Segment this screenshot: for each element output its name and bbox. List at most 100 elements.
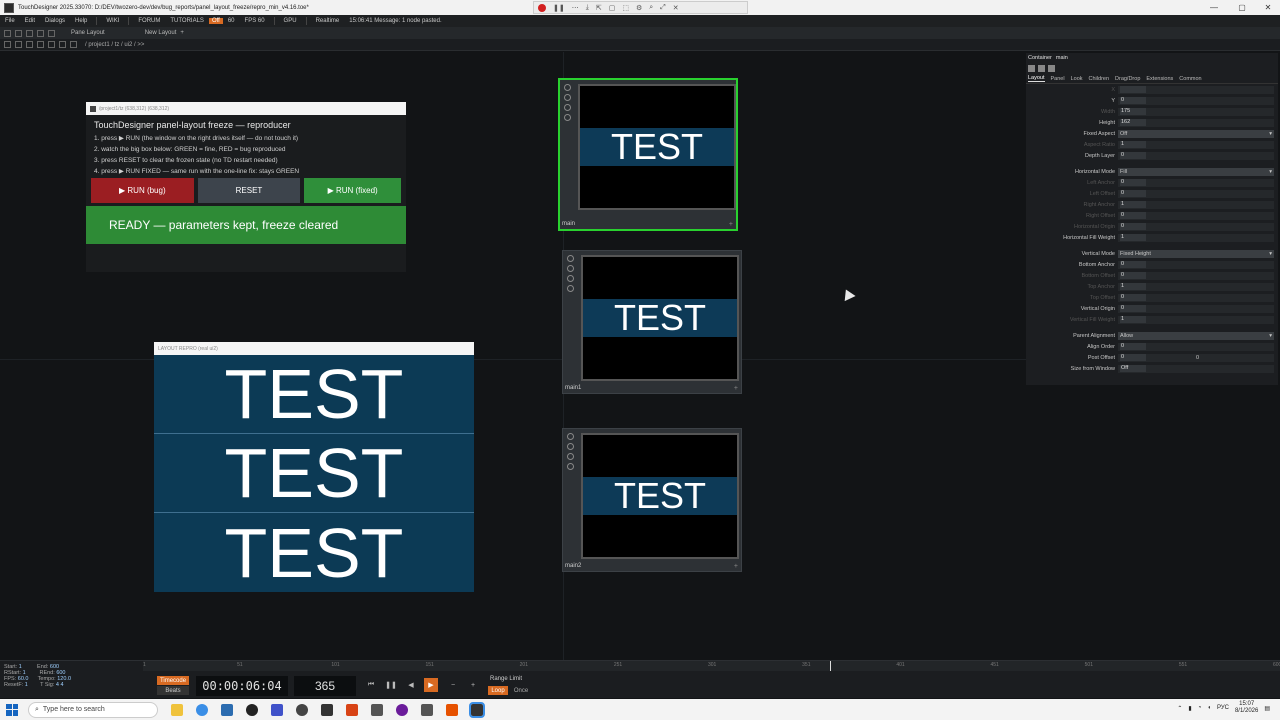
forum-link[interactable]: FORUM <box>133 18 165 24</box>
back-icon[interactable] <box>26 41 33 48</box>
lock-flag-icon[interactable] <box>567 463 574 470</box>
breadcrumb[interactable]: / project1 / tz / ui2 / >> <box>85 42 144 48</box>
playhead[interactable] <box>829 661 831 671</box>
sublime-icon[interactable] <box>446 703 458 716</box>
pane-params-icon[interactable] <box>37 29 44 37</box>
chevron-down-icon[interactable]: ▾ <box>1269 131 1272 137</box>
param-row[interactable]: Vertical Mode Fixed Height ▾ <box>1026 248 1278 259</box>
param-slider[interactable]: 0 <box>1118 260 1274 269</box>
search-icon[interactable] <box>70 41 77 48</box>
tutorials-link[interactable]: TUTORIALS <box>165 18 209 24</box>
param-value[interactable]: 0 <box>1120 190 1146 197</box>
param-value[interactable]: 0 <box>1120 305 1146 312</box>
param-value[interactable]: Fill <box>1120 169 1127 175</box>
param-value[interactable]: 1 <box>1120 234 1146 241</box>
param-slider[interactable]: 0 <box>1118 211 1274 220</box>
settings-icon[interactable]: ⚙ <box>636 4 642 12</box>
node-viewer[interactable]: TEST <box>581 433 739 559</box>
param-slider[interactable]: 1 <box>1118 140 1274 149</box>
param-value[interactable]: 0 <box>1120 261 1146 268</box>
step-forward-icon[interactable]: + <box>466 678 480 692</box>
new-layout-tab[interactable]: New Layout <box>145 30 177 36</box>
reset-button[interactable]: RESET <box>197 178 301 203</box>
param-value-2[interactable]: 0 <box>1196 355 1199 361</box>
param-slider[interactable]: 0 <box>1118 189 1274 198</box>
viewer-flag-icon[interactable] <box>567 255 574 262</box>
tab-panel[interactable]: Panel <box>1051 76 1065 82</box>
file-explorer-icon[interactable] <box>171 703 183 716</box>
param-row[interactable]: Parent Alignment Allow ▾ <box>1026 330 1278 341</box>
expand-icon[interactable]: ⤢ <box>660 4 666 12</box>
calculator-icon[interactable] <box>221 703 233 716</box>
timecode-display[interactable]: 00:00:06:04 <box>196 676 288 696</box>
param-slider[interactable]: 0 <box>1118 222 1274 231</box>
menu-help[interactable]: Help <box>70 18 92 24</box>
param-row[interactable]: Size from Window Off <box>1026 363 1278 374</box>
param-row[interactable]: Vertical Origin 0 <box>1026 303 1278 314</box>
lock-flag-icon[interactable] <box>564 114 571 121</box>
param-value[interactable]: 162 <box>1120 119 1146 126</box>
node-name[interactable]: main <box>562 221 575 227</box>
python-icon[interactable] <box>1038 65 1045 72</box>
param-slider[interactable]: 0 <box>1118 178 1274 187</box>
reproducer-window-titlebar[interactable]: /project1/tz (638,312) (638,312) <box>86 102 406 115</box>
param-value[interactable]: 0 <box>1120 212 1146 219</box>
add-icon[interactable] <box>48 41 55 48</box>
param-slider[interactable]: 1 <box>1118 282 1274 291</box>
tab-children[interactable]: Children <box>1089 76 1109 82</box>
tab-layout[interactable]: Layout <box>1028 75 1045 82</box>
param-row[interactable]: Height 162 <box>1026 117 1278 128</box>
param-value[interactable]: 0 <box>1120 152 1146 159</box>
param-row[interactable]: Left Offset 0 <box>1026 188 1278 199</box>
param-menu[interactable]: Off ▾ <box>1118 129 1274 138</box>
lock-flag-icon[interactable] <box>567 285 574 292</box>
param-value[interactable]: Allow <box>1120 333 1133 339</box>
gpu-label[interactable]: GPU <box>279 18 302 24</box>
info-icon[interactable] <box>1048 65 1055 72</box>
node-output-icon[interactable]: + <box>734 385 738 392</box>
resetf-value[interactable]: 1 <box>25 682 28 688</box>
record-icon[interactable] <box>538 3 546 12</box>
param-row[interactable]: Depth Layer 0 <box>1026 150 1278 161</box>
help-icon[interactable] <box>1028 65 1035 72</box>
github-icon[interactable] <box>396 703 408 716</box>
tsig-value[interactable]: 4 4 <box>56 682 64 688</box>
node-output-icon[interactable]: + <box>734 563 738 570</box>
timecode-button[interactable]: Timecode <box>157 676 189 685</box>
timeline-ruler[interactable]: 1 51 101 151 201 251 301 351 401 451 501 551 600 <box>143 661 1280 671</box>
chart-app-icon[interactable] <box>271 703 283 716</box>
close-icon[interactable]: ✕ <box>673 4 679 12</box>
layout-repro-window[interactable]: LAYOUT REPRO (real ui2) TEST TEST TEST <box>154 342 474 592</box>
chevron-down-icon[interactable]: ▾ <box>1269 333 1272 339</box>
param-row[interactable]: Right Offset 0 <box>1026 210 1278 221</box>
language-indicator[interactable]: РУС <box>1217 705 1229 711</box>
maximize-icon[interactable]: ▢ <box>1228 0 1256 15</box>
menu-edit[interactable]: Edit <box>20 18 40 24</box>
op-name[interactable]: main <box>1056 55 1068 61</box>
chrome-icon[interactable] <box>196 703 208 716</box>
rewind-icon[interactable]: ⏮ <box>364 678 378 692</box>
param-value[interactable]: 0 <box>1120 272 1146 279</box>
param-value[interactable]: 1 <box>1120 316 1146 323</box>
wiki-link[interactable]: WIKI <box>101 18 124 24</box>
param-row[interactable]: Top Anchor 1 <box>1026 281 1278 292</box>
param-value[interactable]: 0 <box>1120 97 1146 104</box>
param-slider[interactable]: 1 <box>1118 200 1274 209</box>
download-icon[interactable]: ⤓ <box>586 4 589 12</box>
obs-icon[interactable] <box>246 703 258 716</box>
chevron-down-icon[interactable]: ▾ <box>1269 251 1272 257</box>
windows-start-icon[interactable] <box>6 703 18 716</box>
cursor-icon[interactable]: ⇱ <box>596 4 602 12</box>
off-badge[interactable]: Off <box>208 18 223 24</box>
edit-flag-icon[interactable] <box>567 265 574 272</box>
zoom-icon[interactable]: ⌕ <box>649 4 653 12</box>
battery-icon[interactable]: ▮ <box>1188 705 1191 712</box>
param-slider[interactable]: 1 <box>1118 233 1274 242</box>
param-value[interactable]: Off <box>1120 365 1146 372</box>
param-row[interactable]: X <box>1026 84 1278 95</box>
param-value[interactable]: 175 <box>1120 108 1146 115</box>
param-slider[interactable]: 0 <box>1118 342 1274 351</box>
pane-network-icon[interactable] <box>15 29 22 37</box>
pane-layout-label[interactable]: Pane Layout <box>71 30 105 36</box>
param-slider[interactable]: 1 <box>1118 315 1274 324</box>
